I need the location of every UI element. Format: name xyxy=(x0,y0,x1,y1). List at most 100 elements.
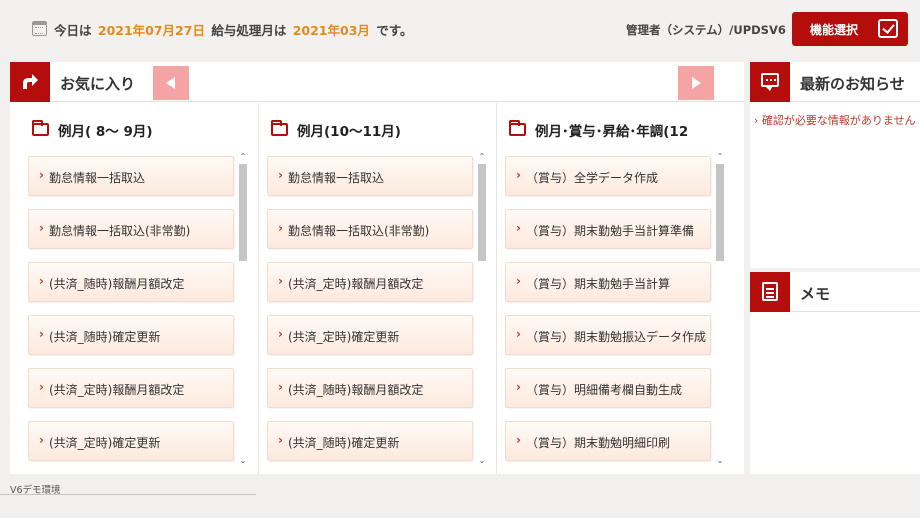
menu-item[interactable]: › （賞与）期末勤勉明細印刷 xyxy=(505,421,711,461)
chevron-right-icon: › xyxy=(278,433,283,447)
menu-item-label: 勤怠情報一括取込(非常勤) xyxy=(49,224,191,238)
menu-item[interactable]: › （賞与）全学データ作成 xyxy=(505,156,711,196)
footer-divider xyxy=(0,494,256,495)
menu-item-label: (共済_随時)報酬月額改定 xyxy=(288,383,424,397)
checkbox-icon xyxy=(878,19,898,38)
chevron-right-icon: › xyxy=(516,380,521,394)
menu-item[interactable]: › (共済_定時)報酬月額改定 xyxy=(28,368,234,408)
memo-icon-box xyxy=(750,272,790,312)
menu-list: › 勤怠情報一括取込 › 勤怠情報一括取込(非常勤) › (共済_随時)報酬月額改定 … xyxy=(28,156,234,474)
scroll-up-icon[interactable]: ⌃ xyxy=(238,152,248,162)
scrollbar-thumb[interactable] xyxy=(716,164,724,261)
favorites-panel: お気に入り 例月( 8～ 9月) › 勤怠情報一括取込 › 勤怠情報一括取込(非常勤… xyxy=(10,62,744,474)
menu-item-label: (共済_定時)報酬月額改定 xyxy=(49,383,185,397)
menu-item[interactable]: › （賞与）期末勤勉手当計算準備 xyxy=(505,209,711,249)
menu-item[interactable]: › (共済_定時)確定更新 xyxy=(28,421,234,461)
memo-title: メモ xyxy=(800,285,831,303)
menu-item[interactable]: › (共済_随時)確定更新 xyxy=(267,421,473,461)
memo-panel: メモ xyxy=(750,272,920,474)
menu-item[interactable]: › 勤怠情報一括取込(非常勤) xyxy=(28,209,234,249)
scrollbar-thumb[interactable] xyxy=(478,164,486,261)
column-title: 例月･賞与･昇給･年調(12 xyxy=(535,124,689,140)
chevron-right-icon: › xyxy=(516,221,521,235)
favorites-header: お気に入り xyxy=(10,62,744,102)
news-icon-box xyxy=(750,62,790,102)
prev-page-button[interactable] xyxy=(153,66,189,100)
chevron-right-icon: › xyxy=(516,168,521,182)
header-bar: 今日は 2021年07月27日 給与処理月は 2021年03月 です。 管理者（… xyxy=(0,0,920,58)
scroll-down-icon[interactable]: ⌄ xyxy=(715,456,725,466)
chevron-right-icon: › xyxy=(278,221,283,235)
menu-item-label: （賞与）明細備考欄自動生成 xyxy=(526,383,683,397)
chevron-right-icon: › xyxy=(39,327,44,341)
arrow-right-icon xyxy=(692,77,701,89)
menu-item[interactable]: › (共済_随時)確定更新 xyxy=(28,315,234,355)
calendar-icon xyxy=(32,21,47,36)
menu-item[interactable]: › （賞与）期末勤勉振込データ作成 xyxy=(505,315,711,355)
scrollbar-thumb[interactable] xyxy=(239,164,247,261)
news-message: › 確認が必要な情報がありません xyxy=(754,114,916,127)
menu-item[interactable]: › (共済_随時)報酬月額改定 xyxy=(267,368,473,408)
today-date: 2021年07月27日 xyxy=(97,23,205,38)
chevron-right-icon: › xyxy=(39,433,44,447)
menu-list: › 勤怠情報一括取込 › 勤怠情報一括取込(非常勤) › (共済_定時)報酬月額改定 … xyxy=(267,156,473,474)
menu-item[interactable]: › （賞与）明細備考欄自動生成 xyxy=(505,368,711,408)
menu-item[interactable]: › (共済_定時)報酬月額改定 xyxy=(267,262,473,302)
menu-item-label: 勤怠情報一括取込(非常勤) xyxy=(288,224,430,238)
news-message-text: 確認が必要な情報がありません xyxy=(761,114,916,127)
menu-list: › （賞与）全学データ作成 › （賞与）期末勤勉手当計算準備 › （賞与）期末勤勉手当… xyxy=(505,156,711,474)
chevron-right-icon: › xyxy=(516,433,521,447)
menu-item-label: （賞与）期末勤勉手当計算 xyxy=(526,277,671,291)
favorites-column-3: 例月･賞与･昇給･年調(12 › （賞与）全学データ作成 › （賞与）期末勤勉手当計… xyxy=(496,103,734,474)
chevron-right-icon: › xyxy=(278,327,283,341)
payroll-month: 2021年03月 xyxy=(292,23,370,38)
favorites-icon xyxy=(10,62,50,102)
chevron-right-icon: › xyxy=(39,274,44,288)
date-suffix: です。 xyxy=(376,23,413,38)
scroll-up-icon[interactable]: ⌃ xyxy=(477,152,487,162)
news-panel: 最新のお知らせ › 確認が必要な情報がありません xyxy=(750,62,920,268)
scroll-down-icon[interactable]: ⌄ xyxy=(238,456,248,466)
favorites-column-1: 例月( 8～ 9月) › 勤怠情報一括取込 › 勤怠情報一括取込(非常勤) › (共済… xyxy=(20,103,258,474)
news-header: 最新のお知らせ xyxy=(750,62,920,102)
menu-item-label: (共済_定時)報酬月額改定 xyxy=(288,277,424,291)
today-prefix: 今日は xyxy=(54,23,92,38)
scroll-down-icon[interactable]: ⌄ xyxy=(477,456,487,466)
chevron-right-icon: › xyxy=(278,274,283,288)
news-title: 最新のお知らせ xyxy=(800,75,905,93)
next-page-button[interactable] xyxy=(678,66,714,100)
menu-item-label: 勤怠情報一括取込 xyxy=(49,171,146,185)
scrollbar[interactable]: ⌃ ⌄ xyxy=(238,152,248,466)
menu-item-label: (共済_随時)確定更新 xyxy=(49,330,161,344)
menu-item-label: (共済_定時)確定更新 xyxy=(49,436,161,450)
payroll-prefix: 給与処理月は xyxy=(211,23,287,38)
menu-item[interactable]: › （賞与）期末勤勉手当計算 xyxy=(505,262,711,302)
menu-item[interactable]: › (共済_随時)報酬月額改定 xyxy=(28,262,234,302)
favorites-column-2: 例月(10～11月) › 勤怠情報一括取込 › 勤怠情報一括取込(非常勤) › (共済… xyxy=(258,103,496,474)
menu-item[interactable]: › 勤怠情報一括取込 xyxy=(28,156,234,196)
chevron-right-icon: › xyxy=(39,168,44,182)
folder-icon xyxy=(509,120,526,136)
scrollbar[interactable]: ⌃ ⌄ xyxy=(477,152,487,466)
chevron-right-icon: › xyxy=(278,168,283,182)
scroll-up-icon[interactable]: ⌃ xyxy=(715,152,725,162)
menu-item[interactable]: › (共済_定時)確定更新 xyxy=(267,315,473,355)
scrollbar[interactable]: ⌃ ⌄ xyxy=(715,152,725,466)
function-select-button[interactable]: 機能選択 xyxy=(792,12,908,46)
menu-item-label: (共済_随時)報酬月額改定 xyxy=(49,277,185,291)
date-info: 今日は 2021年07月27日 給与処理月は 2021年03月 です。 xyxy=(54,20,415,39)
chevron-right-icon: › xyxy=(516,274,521,288)
menu-item[interactable]: › 勤怠情報一括取込(非常勤) xyxy=(267,209,473,249)
favorites-title: お気に入り xyxy=(60,75,136,93)
function-select-label: 機能選択 xyxy=(810,23,859,37)
memo-icon xyxy=(762,282,778,301)
menu-item[interactable]: › 勤怠情報一括取込 xyxy=(267,156,473,196)
arrow-left-icon xyxy=(166,77,175,89)
chevron-right-icon: › xyxy=(516,327,521,341)
column-title: 例月(10～11月) xyxy=(297,124,401,140)
memo-header: メモ xyxy=(750,272,920,312)
chevron-right-icon: › xyxy=(278,380,283,394)
menu-item-label: （賞与）期末勤勉明細印刷 xyxy=(526,436,671,450)
folder-icon xyxy=(271,120,288,136)
menu-item-label: 勤怠情報一括取込 xyxy=(288,171,385,185)
